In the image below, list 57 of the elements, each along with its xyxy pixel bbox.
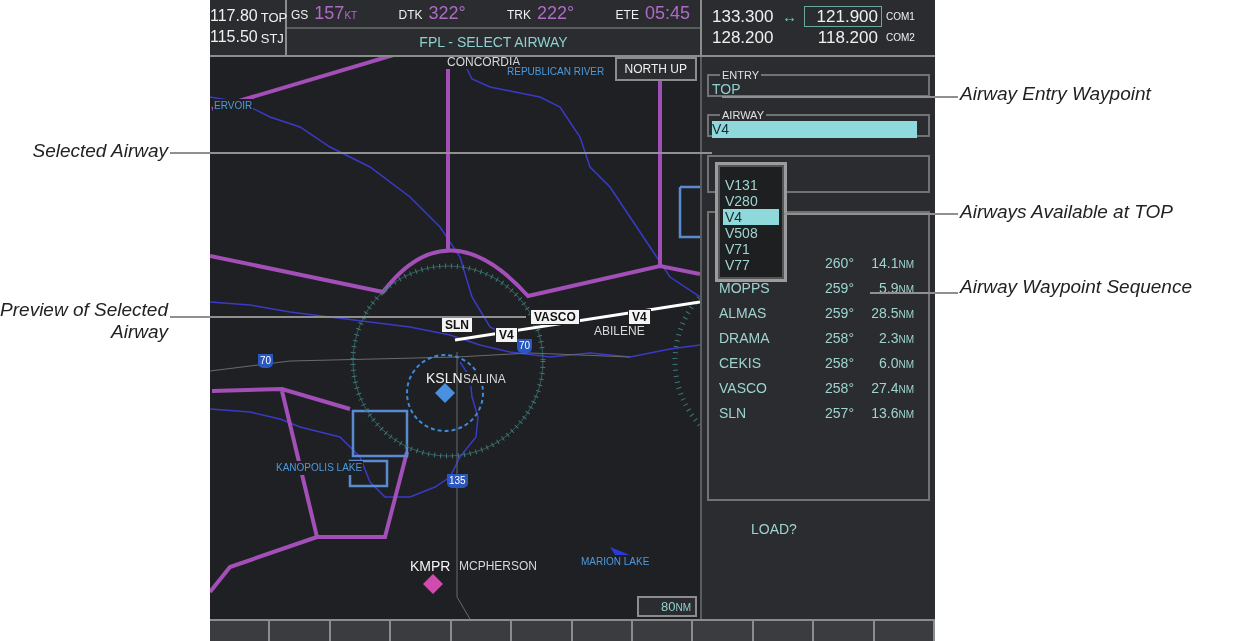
entry-label: ENTRY xyxy=(721,68,761,81)
waypoint-course: 258° xyxy=(824,330,854,347)
swap-arrow: ↔ xyxy=(782,8,797,26)
active-frequency: 118.200 xyxy=(816,27,879,49)
load-prompt[interactable]: LOAD? xyxy=(751,520,797,537)
com-label: COM1 xyxy=(885,10,916,25)
waypoint-course: 260° xyxy=(824,255,854,272)
callout-text: Airway Entry Waypoint xyxy=(960,83,1153,105)
waypoint-distance: 14.1NM xyxy=(870,255,914,272)
waypoint-distance: 27.4NM xyxy=(870,380,914,397)
waypoint-course: 258° xyxy=(824,380,854,397)
airway-label: AIRWAY xyxy=(721,108,765,121)
waypoint-course: 259° xyxy=(824,280,854,297)
waypoint-name: MOPPS xyxy=(719,280,770,297)
airway-option[interactable]: V280 xyxy=(723,192,779,209)
data-field-value: 157KT xyxy=(314,3,358,24)
callout-text: Airways Available at TOP xyxy=(960,201,1174,223)
airway-option[interactable]: V71 xyxy=(723,240,779,257)
airway-option[interactable]: V131 xyxy=(723,176,779,193)
active-frequency: 121.900 xyxy=(804,6,882,28)
data-field-label: TRK xyxy=(507,8,532,22)
data-field-label: ETE xyxy=(615,8,639,22)
airport-label: KMPR xyxy=(410,556,451,575)
entry-value[interactable]: TOP xyxy=(712,80,925,98)
airway-option[interactable]: V77 xyxy=(723,256,779,273)
data-field-value: 05:45 xyxy=(644,3,690,24)
waypoint-distance: 28.5NM xyxy=(870,305,914,322)
data-field-value: 222° xyxy=(537,3,575,24)
callout-text: Airway Waypoint Sequence xyxy=(960,276,1193,298)
airway-field[interactable]: V4 xyxy=(712,120,917,138)
nav-frequency: 115.50 xyxy=(210,27,258,48)
data-field-value: 322° xyxy=(428,3,466,24)
waypoint-name: CEKIS xyxy=(719,355,761,372)
waypoint-name: SLN xyxy=(719,405,747,422)
waypoint-name: VASCO xyxy=(719,380,767,397)
airport-label: KSLN xyxy=(426,368,463,387)
standby-frequency: 128.200 xyxy=(712,28,775,48)
nav-station-id: TOP xyxy=(260,9,288,28)
waypoint-name: ALMAS xyxy=(719,305,767,322)
nav-station-id: STJ xyxy=(260,30,284,49)
callout-text: Selected Airway xyxy=(31,140,168,162)
callout-text: Preview of Selected Airway xyxy=(0,299,168,343)
page-title: FPL - SELECT AIRWAY xyxy=(419,33,568,50)
com-label: COM2 xyxy=(885,31,916,46)
data-field-label: GS xyxy=(291,8,309,22)
waypoint-distance: 13.6NM xyxy=(870,405,914,422)
waypoint-course: 257° xyxy=(824,405,854,422)
waypoint-course: 258° xyxy=(824,355,854,372)
waypoint-distance: 6.0NM xyxy=(877,355,914,372)
nav-frequency: 117.80 xyxy=(210,6,258,27)
data-field-label: DTK xyxy=(398,8,423,22)
waypoint-course: 259° xyxy=(824,305,854,322)
standby-frequency: 133.300 xyxy=(712,7,775,27)
waypoint-name: DRAMA xyxy=(719,330,770,347)
waypoint-distance: 2.3NM xyxy=(877,330,914,347)
airway-option[interactable]: V4 xyxy=(723,208,779,225)
airway-option[interactable]: V508 xyxy=(723,224,779,241)
